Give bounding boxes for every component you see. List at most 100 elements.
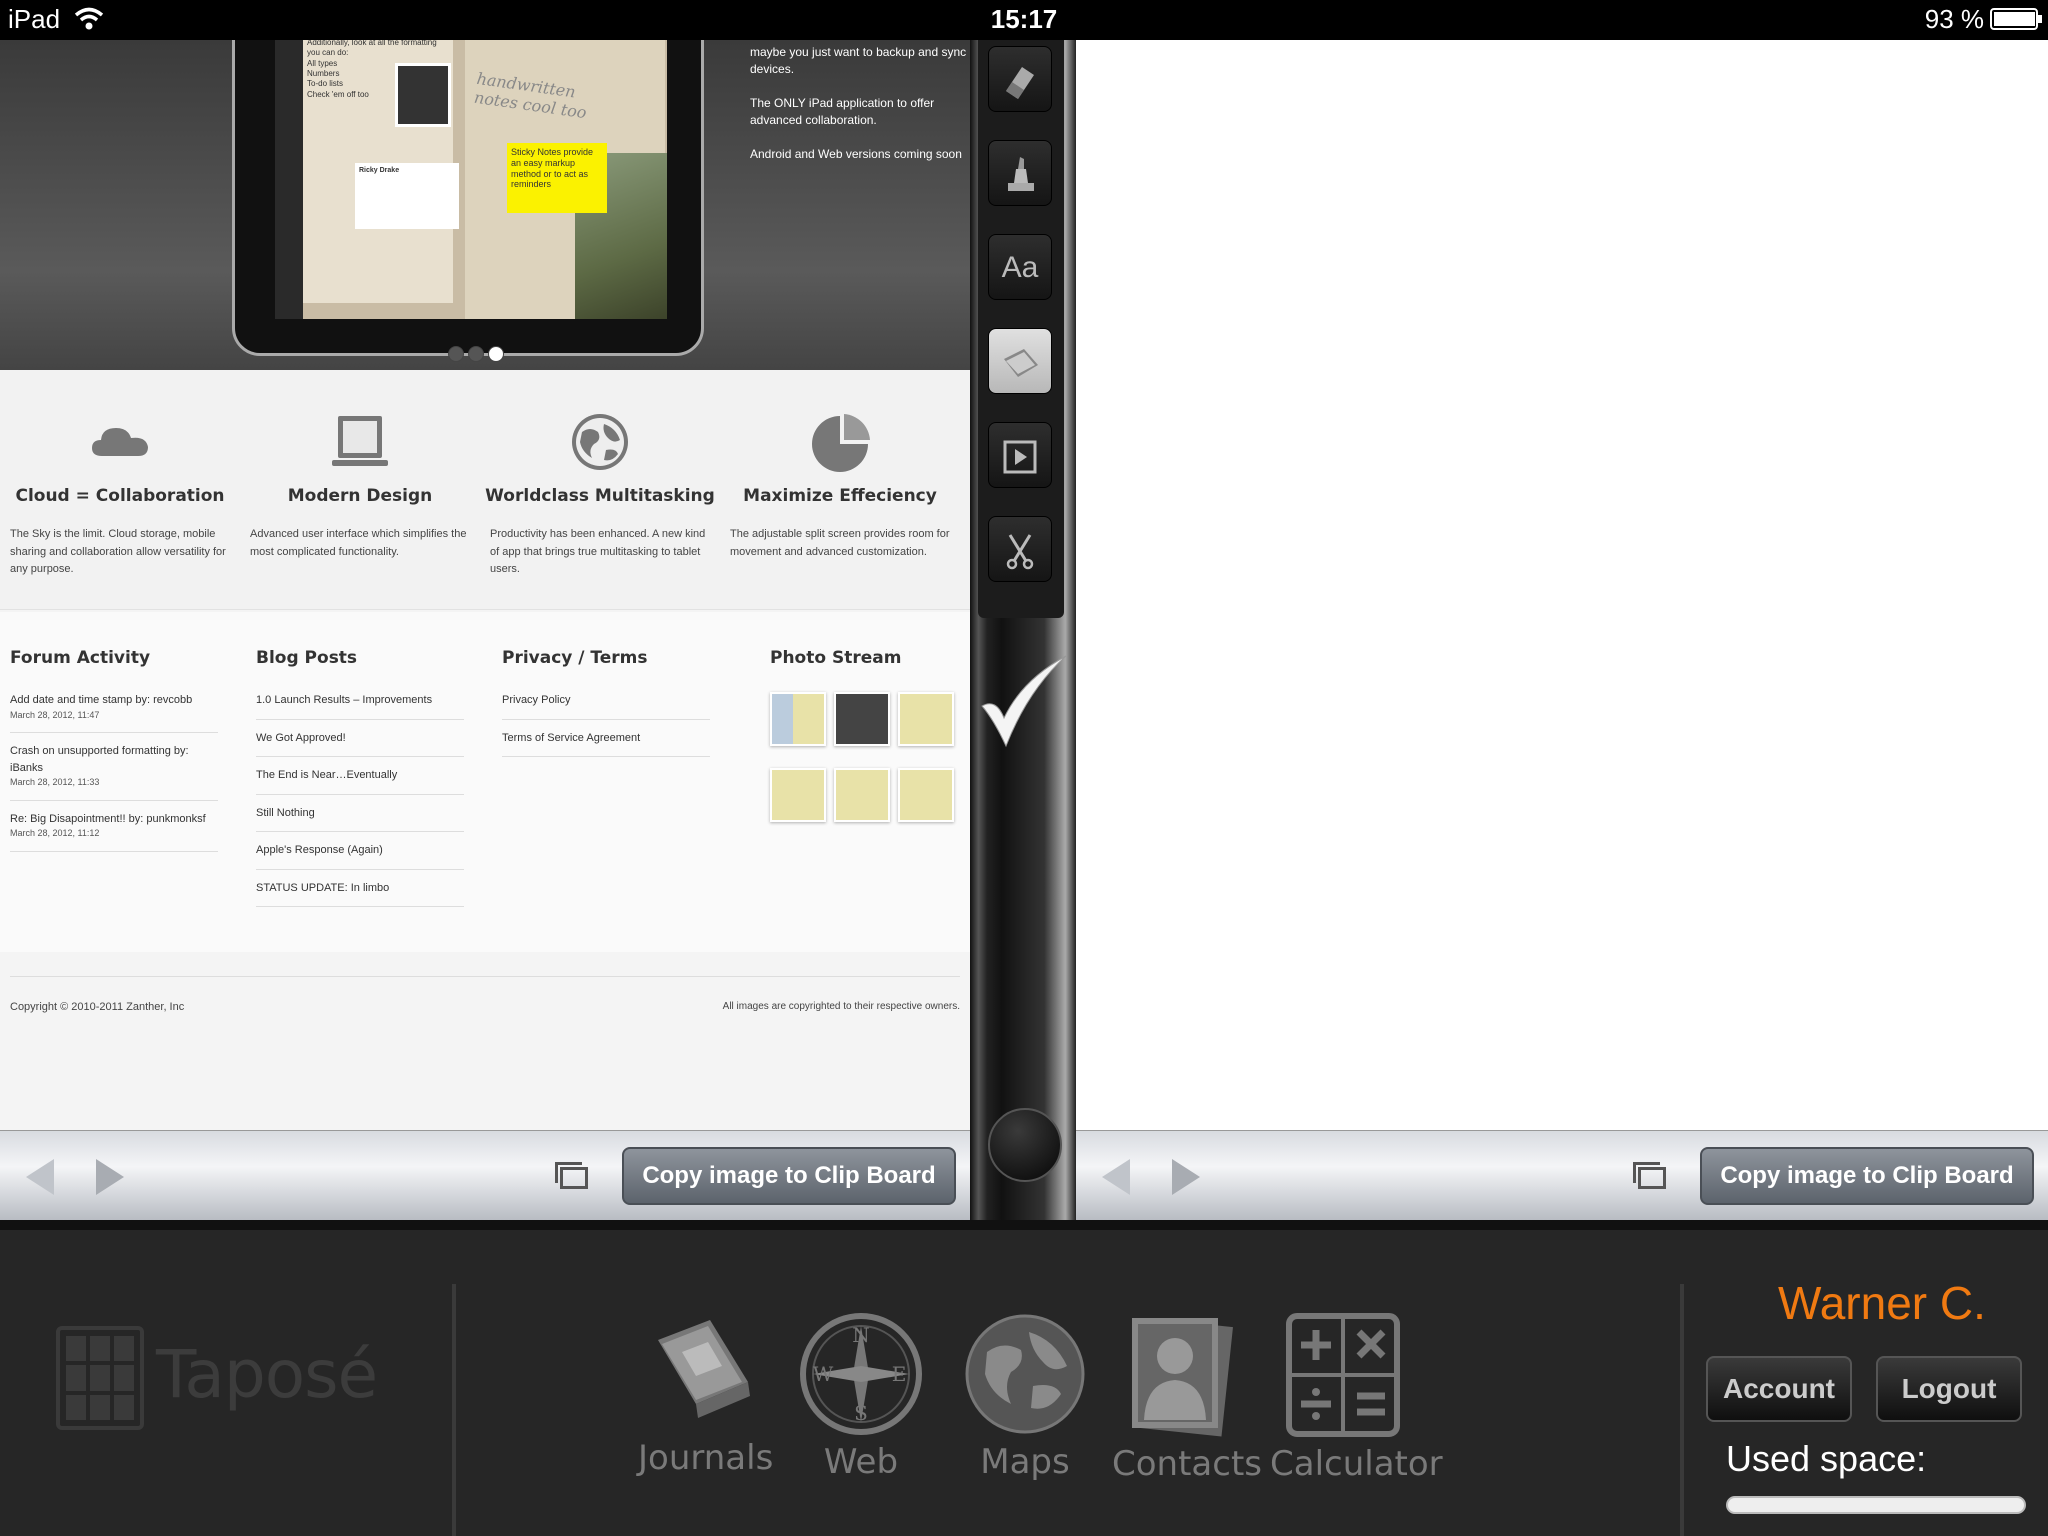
dock-app-calculator[interactable]: Calculator [1270, 1312, 1443, 1484]
blog-item[interactable]: Still Nothing [256, 805, 464, 832]
ipad-page-text: The Taposé word processor is one of the … [307, 40, 437, 58]
hero-text: maybe you just want to backup and sync d… [750, 44, 970, 179]
copyright-text: Copyright © 2010-2011 Zanther, Inc [10, 1001, 185, 1013]
dock-separator [1680, 1284, 1684, 1536]
highlighter-icon[interactable] [988, 140, 1052, 206]
feature-text: The Sky is the limit. Cloud storage, mob… [10, 528, 226, 576]
forum-item-text[interactable]: Add date and time stamp by: revcobb [10, 692, 218, 709]
slider-dot-active[interactable] [488, 346, 504, 362]
hero-slider: The Taposé word processor is one of the … [0, 40, 970, 370]
cloud-icon [92, 428, 148, 456]
dock-app-maps[interactable]: Maps [960, 1312, 1090, 1482]
photo-thumbnail[interactable] [834, 692, 890, 746]
slider-dots[interactable] [448, 346, 504, 362]
privacy-heading: Privacy / Terms [502, 648, 648, 668]
battery-icon [1990, 8, 2042, 30]
photo-thumbnail[interactable] [770, 692, 826, 746]
blog-item[interactable]: We Got Approved! [256, 730, 464, 757]
checkmark-icon[interactable] [978, 650, 1068, 750]
ipad-screenshot: The Taposé word processor is one of the … [232, 40, 704, 356]
photo-stream-column: Photo Stream [770, 648, 960, 822]
text-tool-icon[interactable]: Aa [988, 234, 1052, 300]
split-divider[interactable]: Aa [970, 40, 1076, 1220]
compass-icon: N S W E [800, 1313, 922, 1435]
hero-line: Android and Web versions coming soon [750, 146, 962, 161]
copyright-row: Copyright © 2010-2011 Zanther, Inc All i… [10, 976, 960, 1013]
forum-item-text[interactable]: Re: Big Disapointment!! by: punkmonksf [10, 811, 218, 828]
slider-dot[interactable] [468, 346, 484, 362]
blog-item[interactable]: STATUS UPDATE: In limbo [256, 880, 464, 907]
dock-app-label: Contacts [1112, 1444, 1262, 1484]
scissors-icon[interactable] [988, 516, 1052, 582]
media-tool-icon[interactable] [988, 422, 1052, 488]
note-tool-icon[interactable] [988, 328, 1052, 394]
tool-strip: Aa [978, 40, 1064, 618]
feature-title: Maximize Effeciency [743, 486, 937, 506]
footer-columns: Forum Activity Add date and time stamp b… [0, 612, 970, 952]
dock-app-journals[interactable]: Journals [638, 1312, 773, 1478]
forum-item-time: March 28, 2012, 11:33 [10, 777, 100, 787]
photo-thumbnail[interactable] [770, 768, 826, 822]
logout-button[interactable]: Logout [1876, 1356, 2022, 1422]
hero-line: maybe you just want to backup and sync d… [750, 45, 967, 77]
privacy-item[interactable]: Terms of Service Agreement [502, 730, 710, 757]
feature-title: Worldclass Multitasking [485, 486, 715, 506]
photo-thumbnail[interactable] [898, 692, 954, 746]
app-root: iPad 15:17 93 % The Taposé word processo… [0, 0, 2048, 1536]
dock-app-label: Journals [638, 1438, 774, 1478]
svg-text:N: N [852, 1323, 870, 1347]
hero-line: The ONLY iPad application to offer advan… [750, 95, 935, 128]
privacy-column: Privacy / Terms Privacy Policy Terms of … [502, 648, 710, 767]
forum-heading: Forum Activity [10, 648, 151, 668]
photo-stream-heading: Photo Stream [770, 648, 902, 668]
photo-thumbnail[interactable] [898, 768, 954, 822]
blog-item[interactable]: Apple's Response (Again) [256, 842, 464, 870]
ipad-screen: The Taposé word processor is one of the … [275, 40, 667, 319]
windows-icon[interactable] [555, 1162, 588, 1189]
globe-icon [572, 414, 628, 470]
copy-image-button[interactable]: Copy image to Clip Board [622, 1147, 956, 1205]
forum-item[interactable]: Crash on unsupported formatting by: iBan… [10, 743, 218, 801]
features-section: Cloud = Collaboration The Sky is the lim… [0, 370, 970, 610]
pie-chart-icon [812, 414, 870, 472]
privacy-item[interactable]: Privacy Policy [502, 692, 710, 720]
dock-app-label: Web [823, 1442, 899, 1482]
slider-dot[interactable] [448, 346, 464, 362]
rights-text: All images are copyrighted to their resp… [722, 1001, 960, 1012]
blog-item[interactable]: 1.0 Launch Results – Improvements [256, 692, 464, 720]
forum-item[interactable]: Add date and time stamp by: revcobb Marc… [10, 692, 218, 733]
app-dock: Taposé Journals N S W E Web Maps Contact… [0, 1220, 2048, 1536]
left-browser-pane[interactable]: The Taposé word processor is one of the … [0, 40, 970, 1130]
globe-icon [965, 1314, 1085, 1434]
eraser-icon[interactable] [988, 46, 1052, 112]
calculator-icon [1286, 1313, 1400, 1437]
account-button[interactable]: Account [1706, 1356, 1852, 1422]
forum-item[interactable]: Re: Big Disapointment!! by: punkmonksf M… [10, 811, 218, 852]
contact-card-name: Ricky Drake [359, 167, 400, 174]
split-drag-handle[interactable] [988, 1108, 1062, 1182]
blog-column: Blog Posts 1.0 Launch Results – Improvem… [256, 648, 464, 917]
forward-icon[interactable] [96, 1159, 124, 1195]
svg-text:W: W [813, 1362, 834, 1386]
right-blank-pane[interactable] [1076, 40, 2048, 1130]
left-pane-toolbar: Copy image to Clip Board [0, 1130, 970, 1220]
copy-image-button[interactable]: Copy image to Clip Board [1700, 1147, 2034, 1205]
dock-app-contacts[interactable]: Contacts [1112, 1312, 1262, 1484]
dock-app-label: Calculator [1270, 1444, 1443, 1484]
feature-title: Cloud = Collaboration [15, 486, 225, 506]
battery-percent: 93 % [1924, 4, 1984, 34]
windows-icon[interactable] [1633, 1162, 1666, 1189]
photo-thumbnail[interactable] [834, 768, 890, 822]
forward-icon[interactable] [1172, 1159, 1200, 1195]
back-icon[interactable] [26, 1159, 54, 1195]
status-bar: iPad 15:17 93 % [0, 0, 2048, 40]
forum-item-text[interactable]: Crash on unsupported formatting by: iBan… [10, 743, 218, 776]
used-space-label: Used space: [1726, 1438, 1927, 1479]
ipad-mini-toolbar [275, 40, 303, 319]
journals-icon [658, 1320, 750, 1418]
dock-app-web[interactable]: N S W E Web [796, 1312, 926, 1482]
blog-heading: Blog Posts [256, 648, 358, 668]
clock: 15:17 [990, 4, 1058, 34]
blog-item[interactable]: The End is Near…Eventually [256, 767, 464, 795]
back-icon[interactable] [1102, 1159, 1130, 1195]
